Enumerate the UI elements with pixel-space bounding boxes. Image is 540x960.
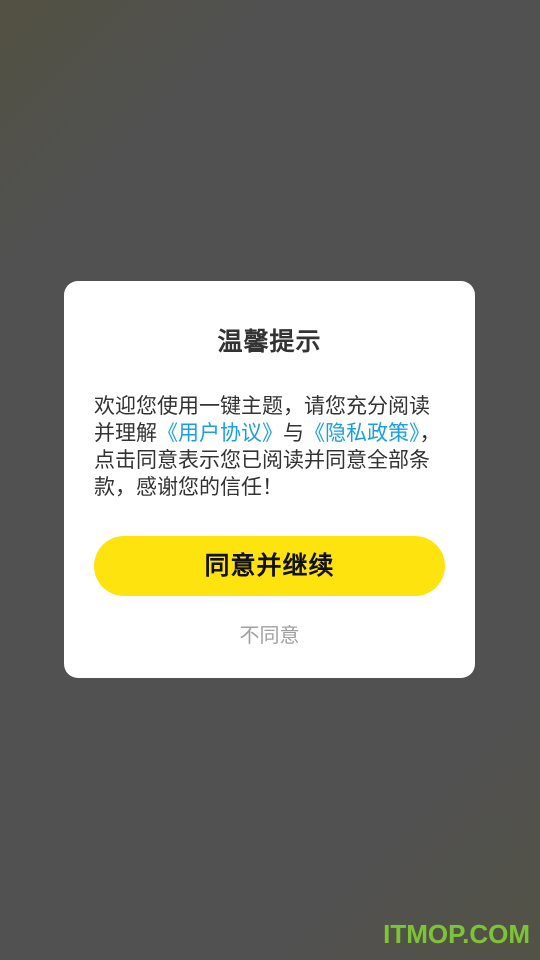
message-text-2: 与 <box>283 421 304 445</box>
dialog-message: 欢迎您使用一键主题，请您充分阅读并理解《用户协议》与《隐私政策》，点击同意表示您… <box>94 393 446 501</box>
user-agreement-link[interactable]: 《用户协议》 <box>157 421 283 445</box>
disagree-button[interactable]: 不同意 <box>64 619 475 651</box>
privacy-consent-dialog: 温馨提示 欢迎您使用一键主题，请您充分阅读并理解《用户协议》与《隐私政策》，点击… <box>64 281 475 678</box>
dialog-title: 温馨提示 <box>217 327 322 356</box>
privacy-policy-link[interactable]: 《隐私政策》 <box>304 421 420 445</box>
agree-continue-button[interactable]: 同意并继续 <box>94 536 445 596</box>
site-watermark: ITMOP.COM <box>383 919 530 949</box>
